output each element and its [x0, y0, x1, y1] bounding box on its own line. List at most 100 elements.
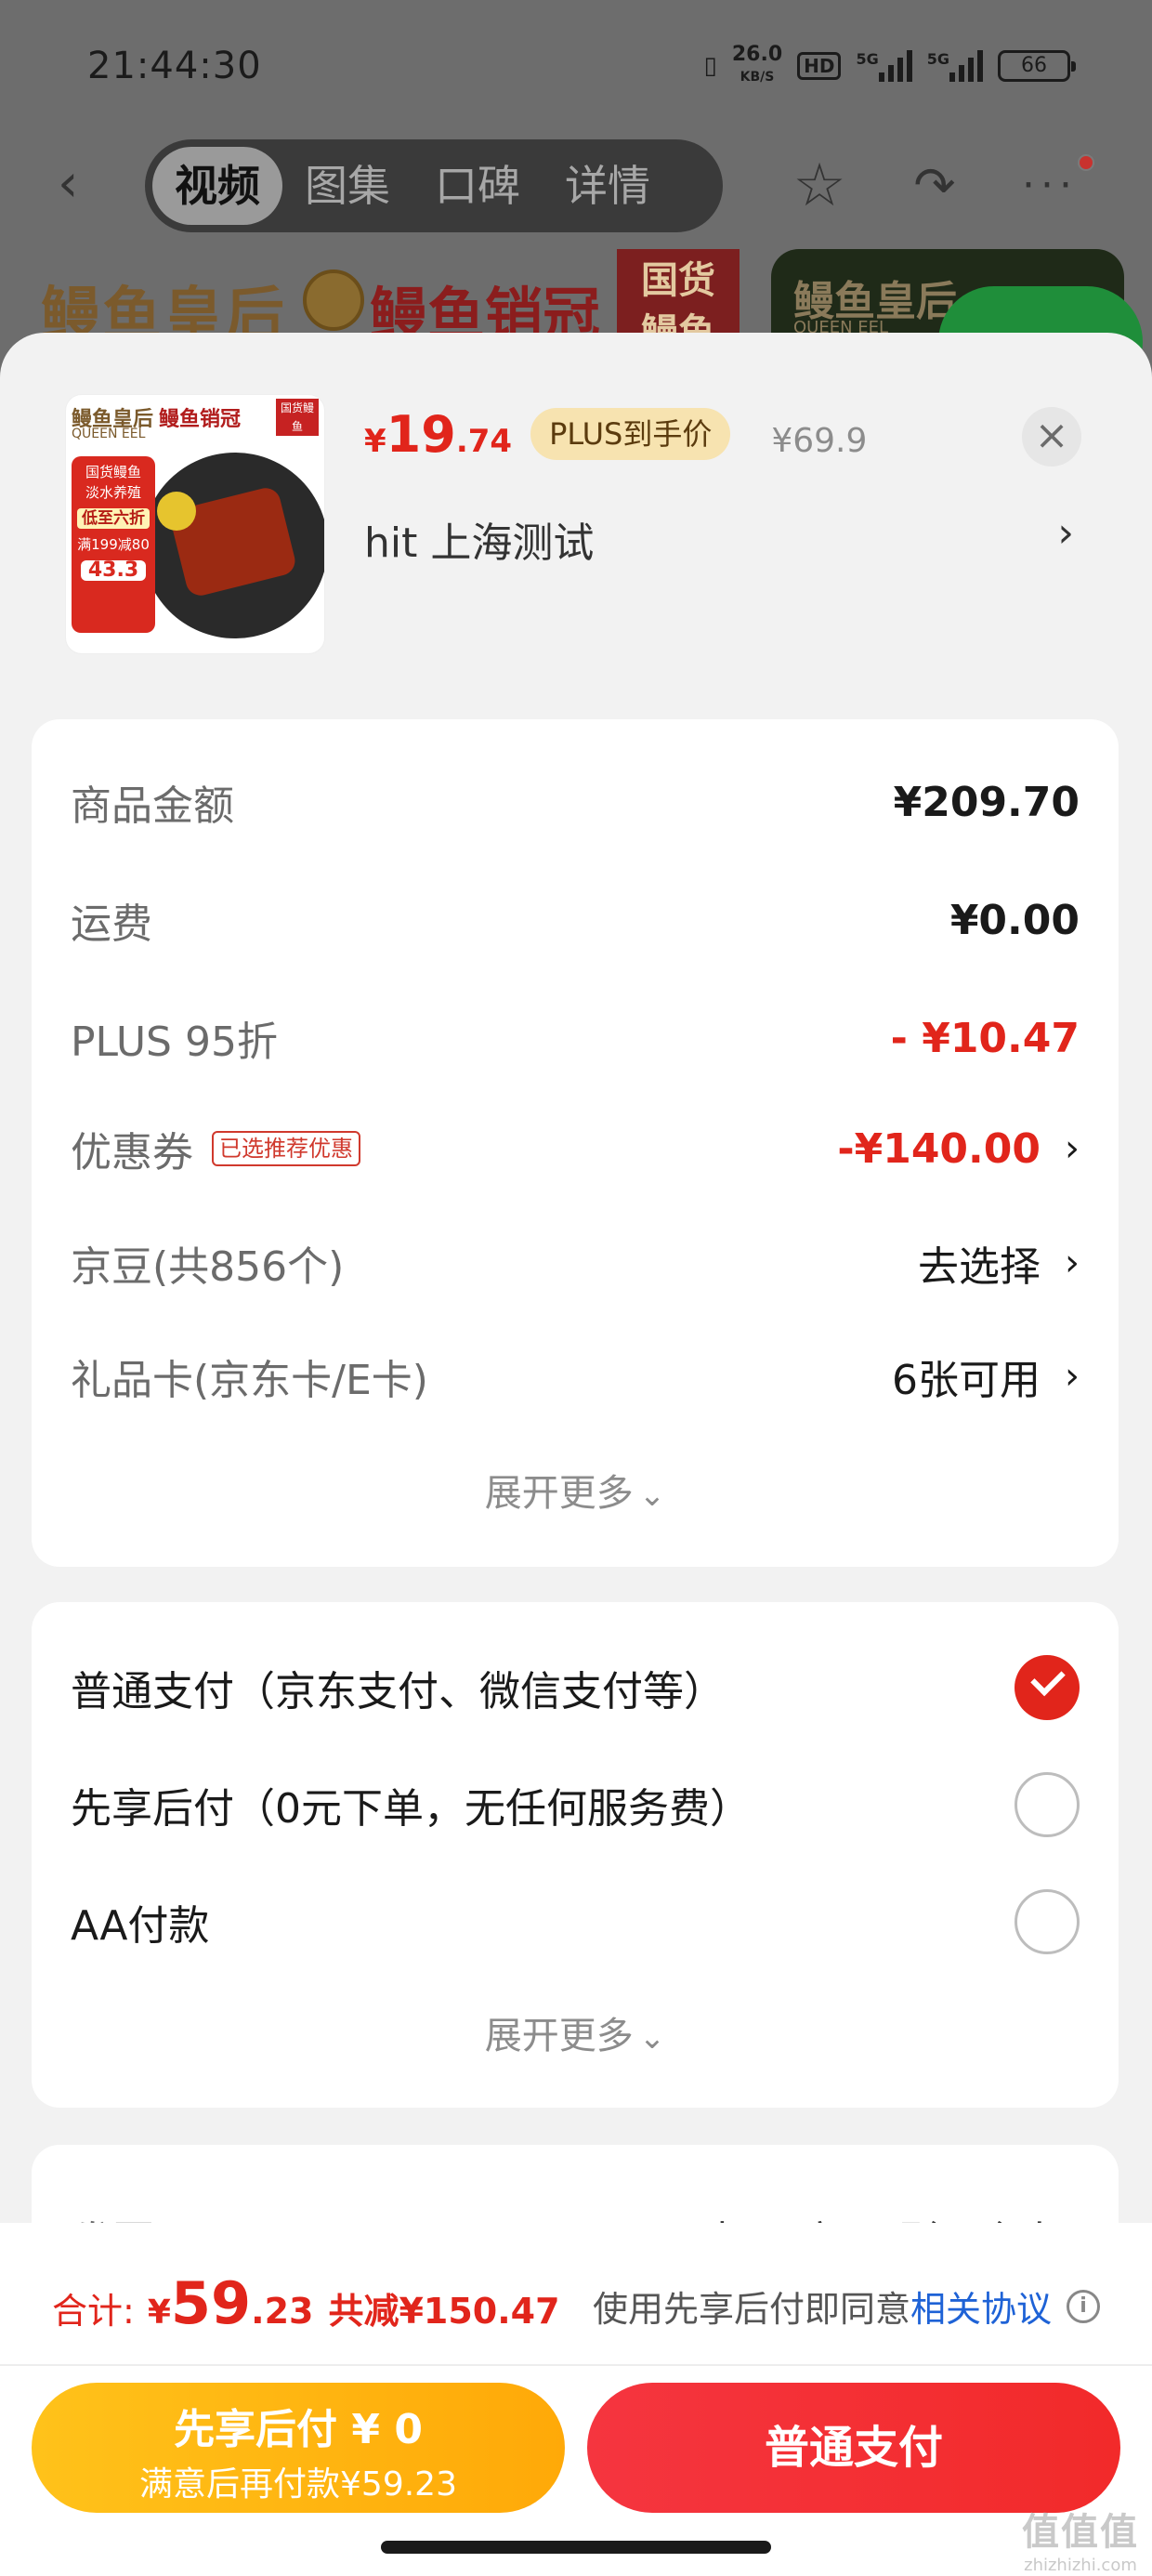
- thumb-tag-highlight: 低至六折: [77, 508, 150, 529]
- amount-summary-card: 商品金额 ¥209.70 运费 ¥0.00 PLUS 95折 - ¥10.47 …: [32, 719, 1119, 1567]
- product-thumbnail: 鳗鱼皇后 QUEEN EEL 鳗鱼销冠 国货鳗鱼 国货鳗鱼 淡水养殖 低至六折 …: [65, 394, 325, 654]
- summary-row-gift-card[interactable]: 礼品卡(京东卡/E卡) 6张可用 ›: [71, 1344, 1080, 1409]
- tab-video[interactable]: 视频: [152, 147, 282, 225]
- summary-value: - ¥10.47: [890, 1014, 1080, 1062]
- divider: [0, 2364, 1152, 2366]
- payment-option-aa[interactable]: AA付款: [71, 1885, 1080, 1959]
- watermark: 值值值 zhizhizhi.com: [1022, 2502, 1139, 2575]
- jingdou-value-group: 去选择 ›: [918, 1233, 1080, 1293]
- total-label: 合计:: [52, 2291, 135, 2332]
- chevron-right-icon: ›: [1065, 1355, 1080, 1398]
- chevron-right-icon[interactable]: ›: [1057, 509, 1074, 557]
- radio-unchecked-icon[interactable]: [1015, 1772, 1080, 1837]
- total-integer: 59: [170, 2269, 252, 2337]
- payment-option-label: 先享后付（0元下单，无任何服务费）: [71, 1785, 751, 1833]
- product-header: 鳗鱼皇后 QUEEN EEL 鳗鱼销冠 国货鳗鱼 国货鳗鱼 淡水养殖 低至六折 …: [0, 333, 1152, 704]
- agreement-text: 使用先享后付即同意 相关协议 i: [593, 2280, 1100, 2332]
- summary-value: ¥209.70: [893, 778, 1080, 826]
- top-tabs: 视频 图集 口碑 详情: [145, 139, 723, 232]
- pay-later-subtitle: 满意后再付款¥59.23: [139, 2465, 457, 2504]
- summary-value: 去选择: [918, 1243, 1041, 1291]
- top-nav: ‹ 视频 图集 口碑 详情 ☆ ↷ ···: [0, 139, 1152, 232]
- total-discount: 共减¥150.47: [328, 2291, 560, 2332]
- chevron-down-icon: ⌄: [638, 1477, 666, 1514]
- thumb-tag-sub: 满199减80: [77, 536, 150, 553]
- net-speed: 26.0 KB/S: [732, 45, 782, 87]
- thumb-tag-line-2: 淡水养殖: [85, 484, 141, 501]
- coupon-label-group: 优惠券 已选推荐优惠: [71, 1119, 360, 1178]
- summary-label: 京豆(共856个): [71, 1243, 345, 1291]
- signal-icon-1: 5G: [856, 50, 912, 82]
- vibrate-icon: ▯: [703, 52, 717, 80]
- payment-option-label: 普通支付（京东支付、微信支付等）: [71, 1668, 725, 1715]
- product-spec[interactable]: hit 上海测试: [364, 509, 594, 569]
- gift-card-value-group: 6张可用 ›: [892, 1347, 1080, 1406]
- thumb-badge: 国货鳗鱼: [276, 399, 319, 436]
- coupon-value-group: -¥140.00 ›: [837, 1125, 1080, 1173]
- total-currency: ¥: [147, 2293, 171, 2332]
- share-icon[interactable]: ↷: [897, 149, 972, 223]
- normal-pay-button[interactable]: 普通支付: [587, 2383, 1120, 2513]
- expand-more-payment[interactable]: 展开更多 ⌄: [32, 2005, 1119, 2059]
- tab-details[interactable]: 详情: [543, 147, 673, 225]
- home-indicator[interactable]: [381, 2541, 771, 2554]
- status-bar: 21:44:30 ▯ 26.0 KB/S HD 5G 5G 66: [0, 0, 1152, 139]
- star-icon[interactable]: ☆: [782, 149, 857, 223]
- expand-more-summary[interactable]: 展开更多 ⌄: [32, 1463, 1119, 1517]
- notification-dot: [1078, 154, 1094, 171]
- lemon-image: [157, 492, 196, 531]
- tab-gallery[interactable]: 图集: [282, 147, 412, 225]
- summary-row-shipping: 运费 ¥0.00: [71, 887, 1080, 953]
- net-speed-unit: KB/S: [740, 70, 775, 85]
- chevron-right-icon: ›: [1065, 1127, 1080, 1170]
- original-price: ¥69.9: [771, 422, 868, 460]
- payment-option-pay-later[interactable]: 先享后付（0元下单，无任何服务费）: [71, 1768, 1080, 1842]
- summary-label: 礼品卡(京东卡/E卡): [71, 1357, 428, 1404]
- medal-icon: [303, 269, 364, 331]
- thumb-tag-price: 43.3: [81, 560, 146, 581]
- plus-price-tag: PLUS到手价: [530, 408, 731, 460]
- summary-row-jingdou[interactable]: 京豆(共856个) 去选择 ›: [71, 1230, 1080, 1295]
- chevron-right-icon: ›: [1065, 1242, 1080, 1284]
- hd-icon: HD: [797, 52, 842, 80]
- net-speed-value: 26.0: [731, 43, 783, 66]
- payment-option-label: AA付款: [71, 1902, 210, 1950]
- price-row: ¥19.74 PLUS到手价 ¥69.9: [364, 405, 867, 467]
- summary-value: 6张可用: [892, 1357, 1041, 1404]
- summary-row-goods: 商品金额 ¥209.70: [71, 769, 1080, 835]
- summary-value: ¥0.00: [949, 896, 1080, 944]
- back-icon[interactable]: ‹: [58, 156, 113, 212]
- summary-label: PLUS 95折: [71, 1019, 278, 1066]
- summary-value: -¥140.00: [837, 1124, 1041, 1173]
- info-icon[interactable]: i: [1067, 2289, 1100, 2323]
- checkout-bottom-bar: 合计: ¥ 59 .23 共减¥150.47 使用先享后付即同意 相关协议 i …: [0, 2223, 1152, 2576]
- pay-later-title: 先享后付 ¥ 0: [174, 2406, 423, 2453]
- payment-method-card: 普通支付（京东支付、微信支付等） 先享后付（0元下单，无任何服务费） AA付款 …: [32, 1602, 1119, 2108]
- battery-icon: 66: [998, 50, 1076, 82]
- background-page: 21:44:30 ▯ 26.0 KB/S HD 5G 5G 66 ‹ 视频 图集…: [0, 0, 1152, 398]
- summary-row-coupon[interactable]: 优惠券 已选推荐优惠 -¥140.00 ›: [71, 1116, 1080, 1181]
- more-icon[interactable]: ···: [1013, 149, 1087, 223]
- product-price: ¥19.74: [364, 405, 513, 464]
- summary-label: 商品金额: [71, 782, 234, 830]
- thumb-promo-tag: 国货鳗鱼 淡水养殖 低至六折 满199减80 43.3: [72, 456, 155, 633]
- watermark-site: zhizhizhi.com: [1024, 2556, 1137, 2575]
- chevron-down-icon: ⌄: [638, 2019, 666, 2057]
- tab-reviews[interactable]: 口碑: [412, 147, 543, 225]
- coupon-recommended-badge: 已选推荐优惠: [212, 1131, 360, 1166]
- agreement-link[interactable]: 相关协议: [910, 2280, 1052, 2332]
- thumb-award: 鳗鱼销冠: [159, 408, 242, 431]
- thumb-brand-en: QUEEN EEL: [72, 427, 146, 441]
- pay-later-button[interactable]: 先享后付 ¥ 0 满意后再付款¥59.23: [32, 2383, 565, 2513]
- radio-unchecked-icon[interactable]: [1015, 1889, 1080, 1954]
- thumb-tag-line-1: 国货鳗鱼: [85, 464, 141, 480]
- status-time: 21:44:30: [87, 45, 262, 87]
- close-icon[interactable]: ×: [1022, 407, 1081, 467]
- page: 21:44:30 ▯ 26.0 KB/S HD 5G 5G 66 ‹ 视频 图集…: [0, 0, 1152, 2576]
- radio-checked-icon[interactable]: [1015, 1655, 1080, 1720]
- summary-label: 运费: [71, 900, 152, 948]
- status-icons: ▯ 26.0 KB/S HD 5G 5G 66: [703, 45, 1076, 87]
- payment-option-normal[interactable]: 普通支付（京东支付、微信支付等）: [71, 1650, 1080, 1725]
- watermark-text: 值值值: [1022, 2511, 1139, 2554]
- total-decimal: .23: [251, 2291, 314, 2332]
